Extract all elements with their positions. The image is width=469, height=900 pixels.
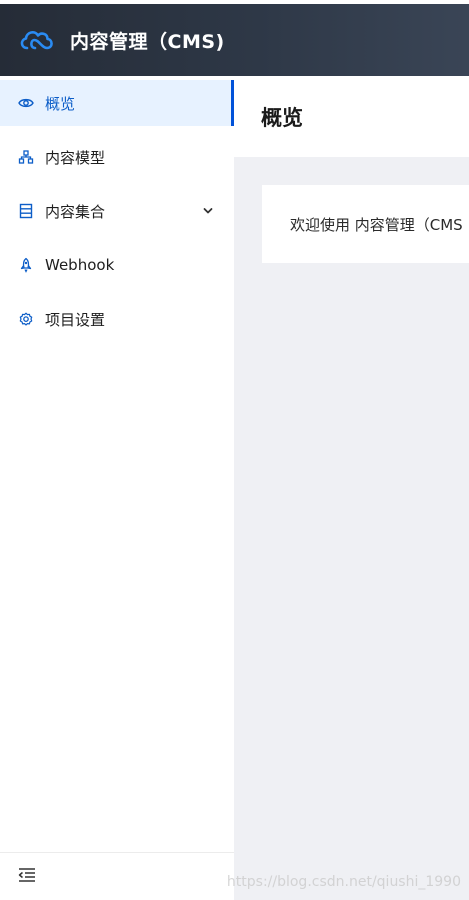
sidebar-item-overview[interactable]: 概览 [0, 80, 234, 126]
collection-icon [18, 203, 34, 219]
rocket-icon [18, 257, 34, 273]
page-title: 概览 [261, 105, 303, 130]
sidebar-item-content-model[interactable]: 内容模型 [0, 134, 234, 180]
app-root: 内容管理（CMS) 概览 内容模型 内容集合 Webhook 项目设置 概览 欢… [0, 0, 469, 900]
eye-icon [18, 95, 34, 111]
sidebar-item-project-settings[interactable]: 项目设置 [0, 296, 234, 342]
main-content: 概览 欢迎使用 内容管理（CMS [234, 76, 469, 900]
gear-icon [18, 311, 34, 327]
sidebar-footer [0, 852, 234, 900]
sidebar-menu: 概览 内容模型 内容集合 Webhook 项目设置 [0, 80, 234, 342]
sidebar-item-label: 内容模型 [45, 148, 106, 167]
sidebar-item-label: 项目设置 [45, 310, 106, 329]
sidebar-item-label: Webhook [45, 256, 115, 274]
app-title: 内容管理（CMS) [70, 30, 225, 53]
cloud-logo-icon [18, 25, 56, 55]
sidebar: 概览 内容模型 内容集合 Webhook 项目设置 [0, 76, 234, 900]
app-header: 内容管理（CMS) [0, 4, 469, 76]
sidebar-item-label: 概览 [45, 94, 76, 113]
sidebar-item-content-collection[interactable]: 内容集合 [0, 188, 234, 234]
sidebar-item-webhook[interactable]: Webhook [0, 242, 234, 288]
chevron-down-icon[interactable] [202, 203, 214, 215]
model-tree-icon [18, 149, 34, 165]
watermark: https://blog.csdn.net/qiushi_1990 [226, 874, 461, 890]
welcome-card: 欢迎使用 内容管理（CMS [262, 185, 469, 263]
welcome-text: 欢迎使用 内容管理（CMS [290, 215, 463, 234]
menu-fold-icon[interactable] [18, 867, 36, 887]
sidebar-item-label: 内容集合 [45, 202, 106, 221]
page-header: 概览 [234, 76, 469, 157]
